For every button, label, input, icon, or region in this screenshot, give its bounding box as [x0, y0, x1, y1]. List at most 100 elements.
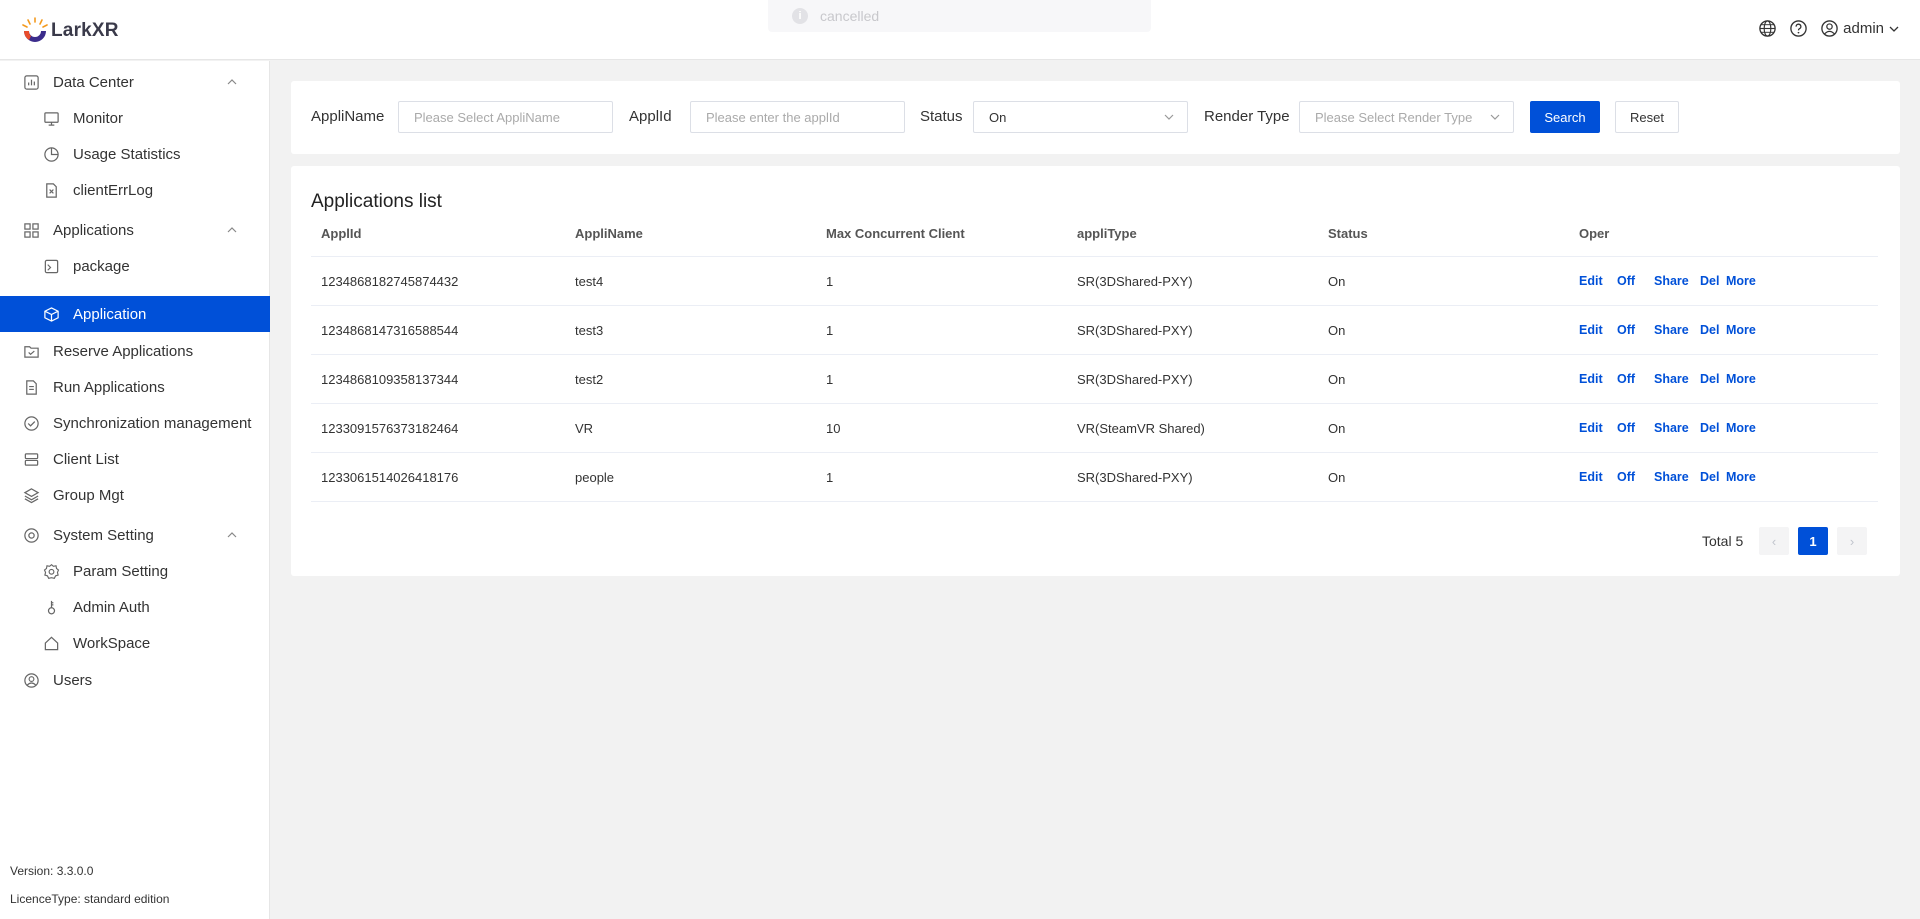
help-icon[interactable]	[1789, 19, 1808, 38]
share-link[interactable]: Share	[1654, 404, 1689, 452]
more-link[interactable]: More	[1726, 404, 1756, 452]
cell-applitype: SR(3DShared-PXY)	[1077, 273, 1193, 289]
more-link[interactable]: More	[1726, 257, 1756, 305]
reset-button[interactable]: Reset	[1615, 101, 1679, 133]
sidebar-item-label: Data Center	[53, 73, 134, 91]
del-link[interactable]: Del	[1700, 355, 1719, 403]
table-header-row: ApplId AppliName Max Concurrent Client a…	[311, 223, 1878, 257]
edit-link[interactable]: Edit	[1579, 453, 1603, 501]
sidebar-item-label: package	[73, 257, 130, 275]
cell-max-concurrent: 10	[826, 420, 841, 436]
applications-table: ApplId AppliName Max Concurrent Client a…	[311, 223, 1878, 502]
del-link[interactable]: Del	[1700, 306, 1719, 354]
user-icon	[22, 671, 40, 689]
table-row: 1234868109358137344 test2 1 SR(3DShared-…	[311, 355, 1878, 404]
sidebar-item-usage-statistics[interactable]: Usage Statistics	[0, 136, 270, 172]
sidebar-item-package[interactable]: package	[0, 248, 270, 284]
pagination-page-button[interactable]: 1	[1798, 527, 1828, 555]
sidebar-item-synchronization-management[interactable]: Synchronization management	[0, 405, 270, 441]
sidebar-item-client-list[interactable]: Client List	[0, 441, 270, 477]
sidebar-item-label: Applications	[53, 221, 134, 239]
sidebar-item-label: Synchronization management	[53, 414, 252, 432]
sidebar-item-workspace[interactable]: WorkSpace	[0, 625, 270, 661]
appliid-label: ApplId	[629, 108, 672, 125]
sidebar-item-reserve-applications[interactable]: Reserve Applications	[0, 333, 270, 369]
share-link[interactable]: Share	[1654, 355, 1689, 403]
sidebar-item-label: clientErrLog	[73, 181, 154, 199]
render-type-label: Render Type	[1204, 108, 1290, 125]
sidebar-item-users[interactable]: Users	[0, 662, 270, 698]
edit-link[interactable]: Edit	[1579, 404, 1603, 452]
top-header: LarkXR i cancelled admin	[0, 0, 1920, 60]
edit-link[interactable]: Edit	[1579, 355, 1603, 403]
del-link[interactable]: Del	[1700, 404, 1719, 452]
table-row: 1234868182745874432 test4 1 SR(3DShared-…	[311, 257, 1878, 306]
cell-status: On	[1328, 420, 1346, 436]
sidebar-item-application[interactable]: Application	[0, 296, 270, 332]
cell-status: On	[1328, 469, 1346, 485]
status-value: On	[989, 109, 1007, 125]
more-link[interactable]: More	[1726, 453, 1756, 501]
chevron-down-icon	[1164, 114, 1174, 120]
off-link[interactable]: Off	[1617, 306, 1635, 354]
off-link[interactable]: Off	[1617, 404, 1635, 452]
appliid-input[interactable]: Please enter the applId	[690, 101, 905, 133]
appliname-label: AppliName	[311, 108, 385, 125]
pagination-next-button[interactable]: ›	[1837, 527, 1867, 555]
more-link[interactable]: More	[1726, 355, 1756, 403]
off-link[interactable]: Off	[1617, 257, 1635, 305]
sidebar-item-run-applications[interactable]: Run Applications	[0, 369, 270, 405]
package-icon	[42, 257, 60, 275]
brand-name: LarkXR	[51, 20, 119, 41]
monitor-icon	[42, 109, 60, 127]
server-icon	[22, 450, 40, 468]
share-link[interactable]: Share	[1654, 257, 1689, 305]
cell-appliname: VR	[575, 420, 594, 436]
sidebar-item-clienterrlog[interactable]: clientErrLog	[0, 172, 270, 208]
cell-max-concurrent: 1	[826, 322, 834, 338]
pagination-prev-button[interactable]: ‹	[1759, 527, 1789, 555]
sidebar-item-system-setting[interactable]: System Setting	[0, 517, 270, 553]
toast-text: cancelled	[820, 8, 880, 24]
share-link[interactable]: Share	[1654, 306, 1689, 354]
del-link[interactable]: Del	[1700, 257, 1719, 305]
share-link[interactable]: Share	[1654, 453, 1689, 501]
user-menu[interactable]: admin	[1820, 19, 1900, 38]
more-link[interactable]: More	[1726, 306, 1756, 354]
brand-logo[interactable]: LarkXR	[20, 16, 119, 46]
cell-applitype: SR(3DShared-PXY)	[1077, 322, 1193, 338]
sidebar-item-applications[interactable]: Applications	[0, 212, 270, 248]
sidebar-item-param-setting[interactable]: Param Setting	[0, 553, 270, 589]
cell-applid: 1234868182745874432	[321, 273, 459, 289]
table-row: 1233061514026418176 people 1 SR(3DShared…	[311, 453, 1878, 502]
search-button[interactable]: Search	[1530, 101, 1600, 133]
pie-chart-icon	[42, 145, 60, 163]
render-type-select[interactable]: Please Select Render Type	[1299, 101, 1514, 133]
sidebar-item-group-mgt[interactable]: Group Mgt	[0, 477, 270, 513]
layers-icon	[22, 486, 40, 504]
appliname-placeholder: Please Select AppliName	[414, 109, 560, 125]
cell-applitype: SR(3DShared-PXY)	[1077, 371, 1193, 387]
grid-icon	[22, 221, 40, 239]
larkxr-logo-icon	[22, 17, 48, 42]
sidebar-item-monitor[interactable]: Monitor	[0, 100, 270, 136]
chart-box-icon	[22, 73, 40, 91]
appliid-placeholder: Please enter the applId	[706, 109, 840, 125]
cell-appliname: test3	[575, 322, 604, 338]
off-link[interactable]: Off	[1617, 355, 1635, 403]
sidebar-item-label: WorkSpace	[73, 634, 151, 652]
off-link[interactable]: Off	[1617, 453, 1635, 501]
edit-link[interactable]: Edit	[1579, 257, 1603, 305]
sidebar-item-data-center[interactable]: Data Center	[0, 64, 270, 100]
sidebar-item-label: Run Applications	[53, 378, 165, 396]
appliname-select[interactable]: Please Select AppliName	[398, 101, 613, 133]
pagination-total: Total 5	[1702, 533, 1744, 549]
status-select[interactable]: On	[973, 101, 1188, 133]
sidebar-item-admin-auth[interactable]: Admin Auth	[0, 589, 270, 625]
del-link[interactable]: Del	[1700, 453, 1719, 501]
cell-applid: 1233091576373182464	[321, 420, 459, 436]
globe-icon[interactable]	[1758, 19, 1777, 38]
edit-link[interactable]: Edit	[1579, 306, 1603, 354]
cell-status: On	[1328, 322, 1346, 338]
licence-text: LicenceType: standard edition	[10, 892, 170, 906]
